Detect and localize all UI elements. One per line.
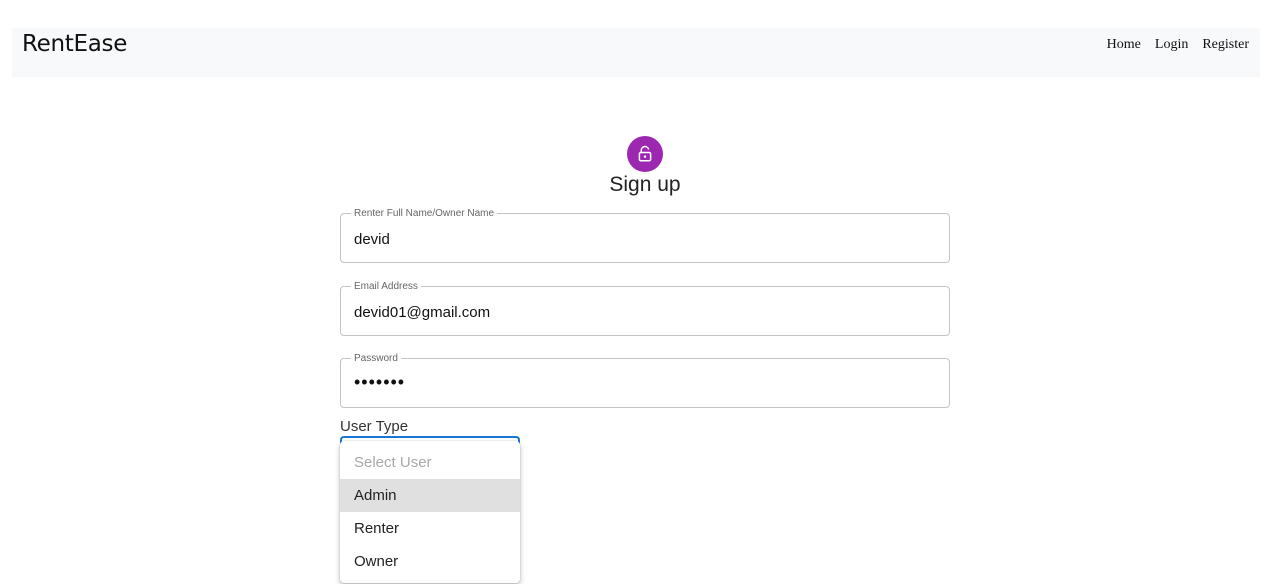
email-value: devid01@gmail.com <box>354 304 491 321</box>
user-type-label: User Type <box>340 418 409 435</box>
password-value: ••••••• <box>354 372 406 392</box>
email-field[interactable]: Email Address devid01@gmail.com <box>340 281 950 336</box>
email-label: Email Address <box>351 281 421 292</box>
full-name-field[interactable]: Renter Full Name/Owner Name devid <box>340 208 950 263</box>
nav-home-link[interactable]: Home <box>1107 37 1141 53</box>
option-select-user[interactable]: Select User <box>340 446 520 479</box>
navbar: RentEase Home Login Register <box>12 28 1260 77</box>
user-type-dropdown: Select User Admin Renter Owner <box>340 441 520 583</box>
option-admin[interactable]: Admin <box>340 479 520 512</box>
full-name-value: devid <box>354 231 390 248</box>
nav-links: Home Login Register <box>1107 37 1249 53</box>
lock-icon <box>638 145 652 162</box>
avatar <box>627 136 663 172</box>
nav-register-link[interactable]: Register <box>1202 37 1249 53</box>
nav-login-link[interactable]: Login <box>1155 37 1188 53</box>
password-label: Password <box>351 353 401 364</box>
brand-logo[interactable]: RentEase <box>22 31 127 57</box>
page-title: Sign up <box>609 173 681 196</box>
option-renter[interactable]: Renter <box>340 512 520 545</box>
full-name-label: Renter Full Name/Owner Name <box>351 208 498 219</box>
option-owner[interactable]: Owner <box>340 545 520 578</box>
password-field[interactable]: Password ••••••• <box>340 353 950 408</box>
